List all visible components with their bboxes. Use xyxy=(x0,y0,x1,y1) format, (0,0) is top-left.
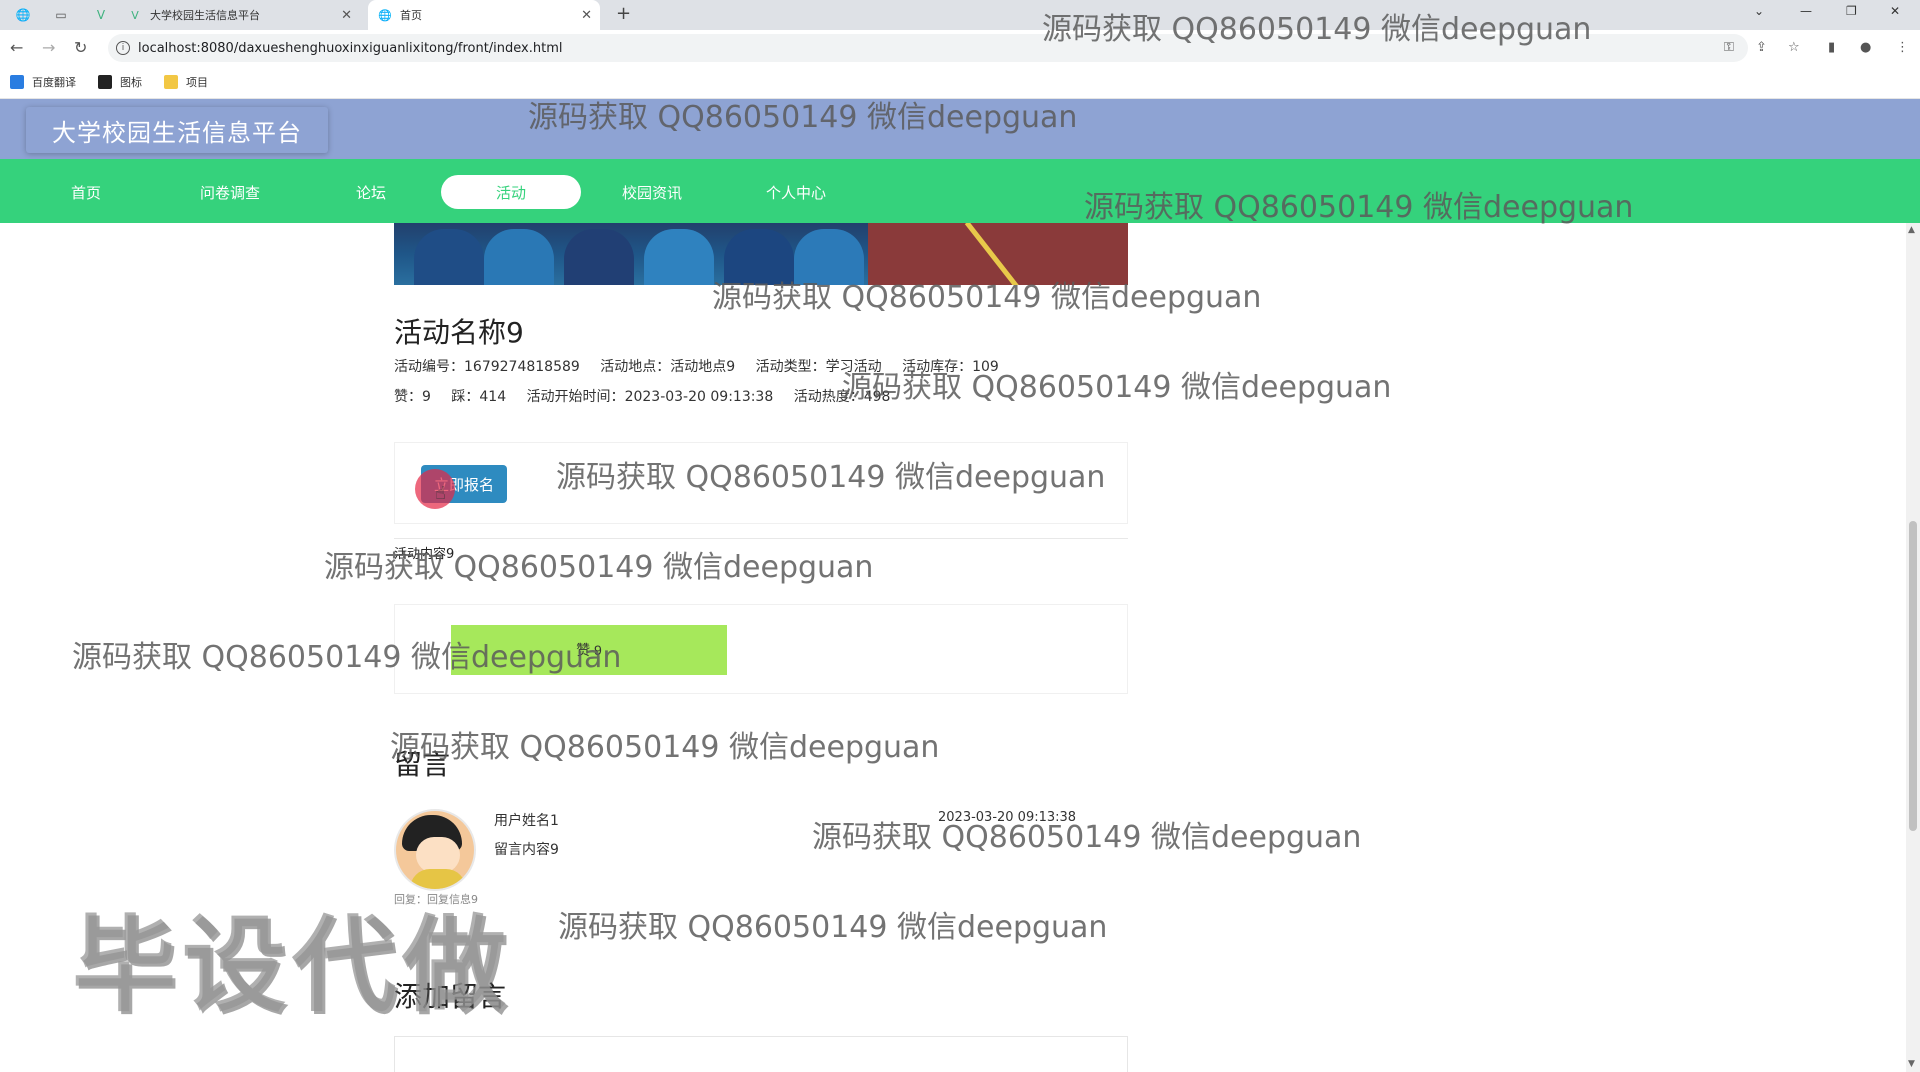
meta-dislikes: 踩：414 xyxy=(451,389,507,405)
activity-meta-row-2: 赞：9 踩：414 活动开始时间：2023-03-20 09:13:38 活动热… xyxy=(394,386,906,406)
watermark: 源码获取 QQ86050149 微信deepguan xyxy=(390,730,940,765)
watermark: 源码获取 QQ86050149 微信deepguan xyxy=(558,910,1108,945)
bookmark-label: 项目 xyxy=(186,76,208,89)
menu-icon[interactable]: ⋮ xyxy=(1896,40,1909,55)
new-tab-button[interactable]: + xyxy=(616,3,631,24)
close-window-button[interactable]: ✕ xyxy=(1890,4,1900,18)
watermark: 源码获取 QQ86050149 微信deepguan xyxy=(712,280,1262,315)
key-icon[interactable]: ⚿ xyxy=(1724,40,1734,55)
bookmark-icon xyxy=(98,75,112,89)
globe-icon[interactable]: 🌐 xyxy=(14,6,32,24)
comment-input[interactable] xyxy=(394,1036,1128,1072)
minimize-button[interactable]: — xyxy=(1800,4,1812,18)
nav-personal-center[interactable]: 个人中心 xyxy=(726,175,866,209)
bookmark-label: 百度翻译 xyxy=(32,76,76,89)
watermark: 源码获取 QQ86050149 微信deepguan xyxy=(556,460,1106,495)
watermark: 源码获取 QQ86050149 微信deepguan xyxy=(1042,12,1592,47)
bookmark-icons[interactable]: 图标 xyxy=(98,74,142,90)
blank-tab-icon[interactable]: ▭ xyxy=(52,6,70,24)
nav-survey[interactable]: 问卷调查 xyxy=(160,175,300,209)
star-icon[interactable]: ☆ xyxy=(1788,40,1800,55)
page-scrollbar[interactable]: ▲ ▼ xyxy=(1906,223,1920,1072)
comment-content: 留言内容9 xyxy=(494,842,559,858)
bookmark-baidu-translate[interactable]: 百度翻译 xyxy=(10,74,76,90)
back-icon[interactable]: ← xyxy=(10,38,23,57)
vue-logo-icon[interactable]: V xyxy=(92,6,110,24)
nav-home[interactable]: 首页 xyxy=(16,175,156,209)
tab-search-icon[interactable]: ⌄ xyxy=(1754,4,1764,18)
site-info-icon[interactable]: i xyxy=(116,41,130,55)
address-bar: ← → ↻ i localhost:8080/daxueshenghuoxinx… xyxy=(0,30,1920,66)
bookmark-project[interactable]: 项目 xyxy=(164,74,208,90)
reload-icon[interactable]: ↻ xyxy=(74,38,87,57)
tab-title: 大学校园生活信息平台 xyxy=(150,9,260,22)
scroll-down-icon[interactable]: ▼ xyxy=(1908,1059,1915,1069)
tab-platform[interactable]: V 大学校园生活信息平台 ✕ xyxy=(128,0,360,30)
watermark: 源码获取 QQ86050149 微信deepguan xyxy=(812,820,1362,855)
nav-activity[interactable]: 活动 xyxy=(441,175,581,209)
meta-location: 活动地点：活动地点9 xyxy=(600,359,736,375)
watermark: 源码获取 QQ86050149 微信deepguan xyxy=(324,550,874,585)
watermark: 源码获取 QQ86050149 微信deepguan xyxy=(1084,190,1634,225)
comment-user: 用户姓名1 xyxy=(494,813,559,829)
site-logo[interactable]: 大学校园生活信息平台 xyxy=(26,107,328,153)
globe-icon: 🌐 xyxy=(378,8,392,22)
folder-icon xyxy=(164,75,178,89)
hand-cursor-icon: ☝ xyxy=(435,483,446,504)
share-icon[interactable]: ⇪ xyxy=(1756,40,1767,55)
close-icon[interactable]: ✕ xyxy=(581,8,592,23)
browser-tab-bar: 🌐 ▭ V V 大学校园生活信息平台 ✕ 🌐 首页 ✕ + ⌄ — ❐ ✕ xyxy=(0,0,1920,30)
close-icon[interactable]: ✕ xyxy=(341,8,352,23)
nav-forum[interactable]: 论坛 xyxy=(301,175,441,209)
meta-id: 活动编号：1679274818589 xyxy=(394,359,580,375)
url-text: localhost:8080/daxueshenghuoxinxiguanlix… xyxy=(138,40,563,56)
divider xyxy=(394,538,1128,539)
activity-title: 活动名称9 xyxy=(394,316,524,349)
meta-likes: 赞：9 xyxy=(394,389,431,405)
big-watermark: 毕设代做 xyxy=(72,904,513,1026)
tab-title: 首页 xyxy=(400,9,422,22)
translate-icon xyxy=(10,75,24,89)
side-panel-icon[interactable]: ▮ xyxy=(1828,40,1835,55)
forward-icon[interactable]: → xyxy=(42,38,55,57)
avatar xyxy=(394,809,476,891)
tab-home[interactable]: 🌐 首页 ✕ xyxy=(368,0,600,30)
scroll-up-icon[interactable]: ▲ xyxy=(1908,225,1915,235)
vue-logo-icon: V xyxy=(131,8,139,22)
nav-campus-news[interactable]: 校园资讯 xyxy=(582,175,722,209)
watermark: 源码获取 QQ86050149 微信deepguan xyxy=(528,100,1078,135)
restore-button[interactable]: ❐ xyxy=(1846,4,1857,18)
bookmark-label: 图标 xyxy=(120,76,142,89)
watermark: 源码获取 QQ86050149 微信deepguan xyxy=(72,640,622,675)
meta-start-time: 活动开始时间：2023-03-20 09:13:38 xyxy=(526,389,774,405)
watermark: 源码获取 QQ86050149 微信deepguan xyxy=(842,370,1392,405)
profile-icon[interactable]: ● xyxy=(1860,40,1871,55)
scroll-thumb[interactable] xyxy=(1909,521,1917,831)
